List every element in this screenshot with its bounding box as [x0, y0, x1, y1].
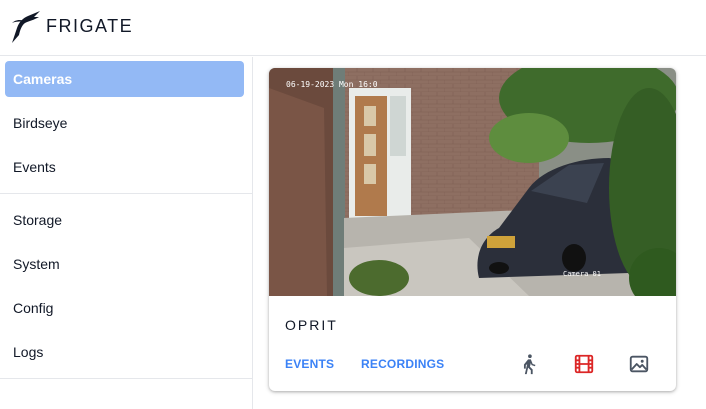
- sidebar-item-birdseye[interactable]: Birdseye: [5, 105, 244, 141]
- sidebar-item-events[interactable]: Events: [5, 149, 244, 185]
- sidebar-divider: [0, 378, 252, 379]
- frigate-bird-logo-icon[interactable]: [9, 8, 43, 44]
- sidebar-item-logs[interactable]: Logs: [5, 334, 244, 370]
- events-link[interactable]: EVENTS: [285, 357, 334, 371]
- image-icon[interactable]: [628, 353, 650, 375]
- snapshot-camera-label-overlay: Camera 01: [563, 270, 601, 278]
- sidebar-item-cameras[interactable]: Cameras: [5, 61, 244, 97]
- snapshot-timestamp-overlay: 06-19-2023 Mon 16:0: [286, 80, 378, 89]
- recordings-link[interactable]: RECORDINGS: [361, 357, 444, 371]
- camera-name: OPRIT: [285, 317, 338, 333]
- sidebar-item-config[interactable]: Config: [5, 290, 244, 326]
- top-bar: FRIGATE: [0, 0, 706, 56]
- person-walking-icon[interactable]: [518, 353, 540, 375]
- sidebar: Cameras Birdseye Events Storage System C…: [0, 57, 253, 409]
- camera-snapshot[interactable]: 06-19-2023 Mon 16:0 Camera 01: [269, 68, 676, 296]
- brand-title: FRIGATE: [46, 16, 134, 36]
- film-icon[interactable]: [573, 353, 595, 375]
- sidebar-divider: [0, 193, 252, 194]
- sidebar-item-storage[interactable]: Storage: [5, 202, 244, 238]
- camera-card: 06-19-2023 Mon 16:0 Camera 01 OPRIT EVEN…: [269, 68, 676, 391]
- sidebar-item-system[interactable]: System: [5, 246, 244, 282]
